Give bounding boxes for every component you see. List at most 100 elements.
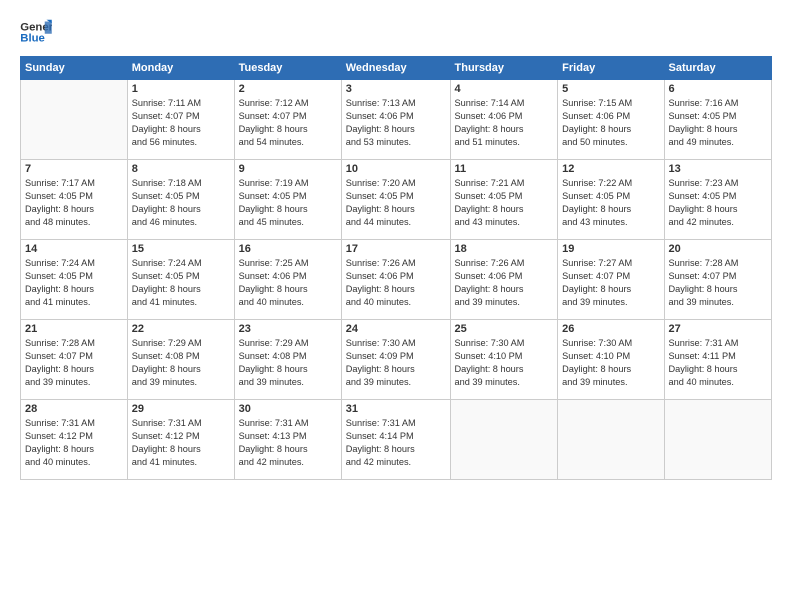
calendar-cell: 3 Sunrise: 7:13 AMSunset: 4:06 PMDaylight… xyxy=(341,80,450,160)
header-friday: Friday xyxy=(558,57,664,80)
calendar-cell: 6Sunrise: 7:16 AMSunset: 4:05 PMDaylight… xyxy=(664,80,772,160)
day-number: 30 xyxy=(239,403,337,415)
day-info: Sunrise: 7:26 AMSunset: 4:06 PMDaylight:… xyxy=(346,257,446,309)
day-info: Sunrise: 7:28 AMSunset: 4:07 PMDaylight:… xyxy=(669,257,768,309)
week-row-2: 7Sunrise: 7:17 AMSunset: 4:05 PMDaylight… xyxy=(21,160,772,240)
page: General Blue Sunday Monday Tuesday Wedne… xyxy=(0,0,792,612)
day-info: Sunrise: 7:19 AMSunset: 4:05 PMDaylight:… xyxy=(239,177,337,229)
day-number: 3 xyxy=(346,83,446,95)
calendar-cell: 9Sunrise: 7:19 AMSunset: 4:05 PMDaylight… xyxy=(234,160,341,240)
day-info: Sunrise: 7:29 AMSunset: 4:08 PMDaylight:… xyxy=(132,337,230,389)
day-number: 10 xyxy=(346,163,446,175)
calendar-cell: 25 Sunrise: 7:30 AMSunset: 4:10 PMDayligh… xyxy=(450,320,558,400)
calendar-cell: 7Sunrise: 7:17 AMSunset: 4:05 PMDaylight… xyxy=(21,160,128,240)
calendar-cell: 10 Sunrise: 7:20 AMSunset: 4:05 PMDayligh… xyxy=(341,160,450,240)
svg-text:Blue: Blue xyxy=(20,33,45,45)
day-number: 17 xyxy=(346,243,446,255)
day-info: Sunrise: 7:25 AMSunset: 4:06 PMDaylight:… xyxy=(239,257,337,309)
calendar-cell: 2 Sunrise: 7:12 AMSunset: 4:07 PMDaylight… xyxy=(234,80,341,160)
day-number: 27 xyxy=(669,323,768,335)
calendar-cell: 1 Sunrise: 7:11 AMSunset: 4:07 PMDaylight… xyxy=(127,80,234,160)
day-info: Sunrise: 7:28 AMSunset: 4:07 PMDaylight:… xyxy=(25,337,123,389)
calendar-cell xyxy=(21,80,128,160)
day-info: Sunrise: 7:22 AMSunset: 4:05 PMDaylight:… xyxy=(562,177,659,229)
day-info: Sunrise: 7:31 AMSunset: 4:12 PMDaylight:… xyxy=(25,417,123,469)
calendar-cell: 14Sunrise: 7:24 AMSunset: 4:05 PMDayligh… xyxy=(21,240,128,320)
calendar-cell: 16 Sunrise: 7:25 AMSunset: 4:06 PMDayligh… xyxy=(234,240,341,320)
calendar-cell: 22 Sunrise: 7:29 AMSunset: 4:08 PMDayligh… xyxy=(127,320,234,400)
calendar-cell: 29 Sunrise: 7:31 AMSunset: 4:12 PMDayligh… xyxy=(127,400,234,480)
day-number: 16 xyxy=(239,243,337,255)
calendar-cell: 28 Sunrise: 7:31 AMSunset: 4:12 PMDayligh… xyxy=(21,400,128,480)
day-number: 25 xyxy=(455,323,554,335)
day-info: Sunrise: 7:21 AMSunset: 4:05 PMDaylight:… xyxy=(455,177,554,229)
calendar-cell: 11 Sunrise: 7:21 AMSunset: 4:05 PMDayligh… xyxy=(450,160,558,240)
day-info: Sunrise: 7:31 AMSunset: 4:12 PMDaylight:… xyxy=(132,417,230,469)
day-number: 1 xyxy=(132,83,230,95)
day-number: 31 xyxy=(346,403,446,415)
calendar-cell: 15Sunrise: 7:24 AMSunset: 4:05 PMDayligh… xyxy=(127,240,234,320)
calendar-cell xyxy=(450,400,558,480)
calendar-cell: 26 Sunrise: 7:30 AMSunset: 4:10 PMDayligh… xyxy=(558,320,664,400)
day-info: Sunrise: 7:30 AMSunset: 4:10 PMDaylight:… xyxy=(455,337,554,389)
calendar-cell: 17 Sunrise: 7:26 AMSunset: 4:06 PMDayligh… xyxy=(341,240,450,320)
calendar-cell: 19 Sunrise: 7:27 AMSunset: 4:07 PMDayligh… xyxy=(558,240,664,320)
logo-icon: General Blue xyxy=(20,18,52,46)
day-number: 19 xyxy=(562,243,659,255)
day-number: 23 xyxy=(239,323,337,335)
header-wednesday: Wednesday xyxy=(341,57,450,80)
calendar-cell: 30 Sunrise: 7:31 AMSunset: 4:13 PMDayligh… xyxy=(234,400,341,480)
day-info: Sunrise: 7:15 AMSunset: 4:06 PMDaylight:… xyxy=(562,97,659,149)
weekday-header-row: Sunday Monday Tuesday Wednesday Thursday… xyxy=(21,57,772,80)
calendar-cell: 21 Sunrise: 7:28 AMSunset: 4:07 PMDayligh… xyxy=(21,320,128,400)
header-thursday: Thursday xyxy=(450,57,558,80)
week-row-4: 21 Sunrise: 7:28 AMSunset: 4:07 PMDayligh… xyxy=(21,320,772,400)
day-number: 7 xyxy=(25,163,123,175)
calendar-cell xyxy=(558,400,664,480)
day-number: 5 xyxy=(562,83,659,95)
day-number: 21 xyxy=(25,323,123,335)
header: General Blue xyxy=(20,18,772,46)
day-info: Sunrise: 7:14 AMSunset: 4:06 PMDaylight:… xyxy=(455,97,554,149)
day-info: Sunrise: 7:30 AMSunset: 4:09 PMDaylight:… xyxy=(346,337,446,389)
header-saturday: Saturday xyxy=(664,57,772,80)
day-info: Sunrise: 7:13 AMSunset: 4:06 PMDaylight:… xyxy=(346,97,446,149)
day-info: Sunrise: 7:31 AMSunset: 4:14 PMDaylight:… xyxy=(346,417,446,469)
day-info: Sunrise: 7:11 AMSunset: 4:07 PMDaylight:… xyxy=(132,97,230,149)
calendar-cell: 27Sunrise: 7:31 AMSunset: 4:11 PMDayligh… xyxy=(664,320,772,400)
week-row-3: 14Sunrise: 7:24 AMSunset: 4:05 PMDayligh… xyxy=(21,240,772,320)
calendar-cell: 31 Sunrise: 7:31 AMSunset: 4:14 PMDayligh… xyxy=(341,400,450,480)
calendar: Sunday Monday Tuesday Wednesday Thursday… xyxy=(20,56,772,480)
calendar-cell: 5 Sunrise: 7:15 AMSunset: 4:06 PMDaylight… xyxy=(558,80,664,160)
week-row-5: 28 Sunrise: 7:31 AMSunset: 4:12 PMDayligh… xyxy=(21,400,772,480)
day-number: 11 xyxy=(455,163,554,175)
day-number: 26 xyxy=(562,323,659,335)
day-info: Sunrise: 7:20 AMSunset: 4:05 PMDaylight:… xyxy=(346,177,446,229)
header-tuesday: Tuesday xyxy=(234,57,341,80)
day-info: Sunrise: 7:24 AMSunset: 4:05 PMDaylight:… xyxy=(132,257,230,309)
day-info: Sunrise: 7:26 AMSunset: 4:06 PMDaylight:… xyxy=(455,257,554,309)
logo: General Blue xyxy=(20,18,52,46)
day-number: 2 xyxy=(239,83,337,95)
calendar-cell xyxy=(664,400,772,480)
week-row-1: 1 Sunrise: 7:11 AMSunset: 4:07 PMDaylight… xyxy=(21,80,772,160)
day-number: 8 xyxy=(132,163,230,175)
day-number: 22 xyxy=(132,323,230,335)
day-info: Sunrise: 7:27 AMSunset: 4:07 PMDaylight:… xyxy=(562,257,659,309)
calendar-cell: 13Sunrise: 7:23 AMSunset: 4:05 PMDayligh… xyxy=(664,160,772,240)
day-info: Sunrise: 7:30 AMSunset: 4:10 PMDaylight:… xyxy=(562,337,659,389)
day-info: Sunrise: 7:12 AMSunset: 4:07 PMDaylight:… xyxy=(239,97,337,149)
day-number: 29 xyxy=(132,403,230,415)
header-monday: Monday xyxy=(127,57,234,80)
day-info: Sunrise: 7:24 AMSunset: 4:05 PMDaylight:… xyxy=(25,257,123,309)
day-info: Sunrise: 7:31 AMSunset: 4:13 PMDaylight:… xyxy=(239,417,337,469)
day-info: Sunrise: 7:18 AMSunset: 4:05 PMDaylight:… xyxy=(132,177,230,229)
day-number: 18 xyxy=(455,243,554,255)
day-number: 28 xyxy=(25,403,123,415)
header-sunday: Sunday xyxy=(21,57,128,80)
calendar-cell: 24 Sunrise: 7:30 AMSunset: 4:09 PMDayligh… xyxy=(341,320,450,400)
day-number: 24 xyxy=(346,323,446,335)
calendar-cell: 18 Sunrise: 7:26 AMSunset: 4:06 PMDayligh… xyxy=(450,240,558,320)
calendar-cell: 12Sunrise: 7:22 AMSunset: 4:05 PMDayligh… xyxy=(558,160,664,240)
day-info: Sunrise: 7:23 AMSunset: 4:05 PMDaylight:… xyxy=(669,177,768,229)
